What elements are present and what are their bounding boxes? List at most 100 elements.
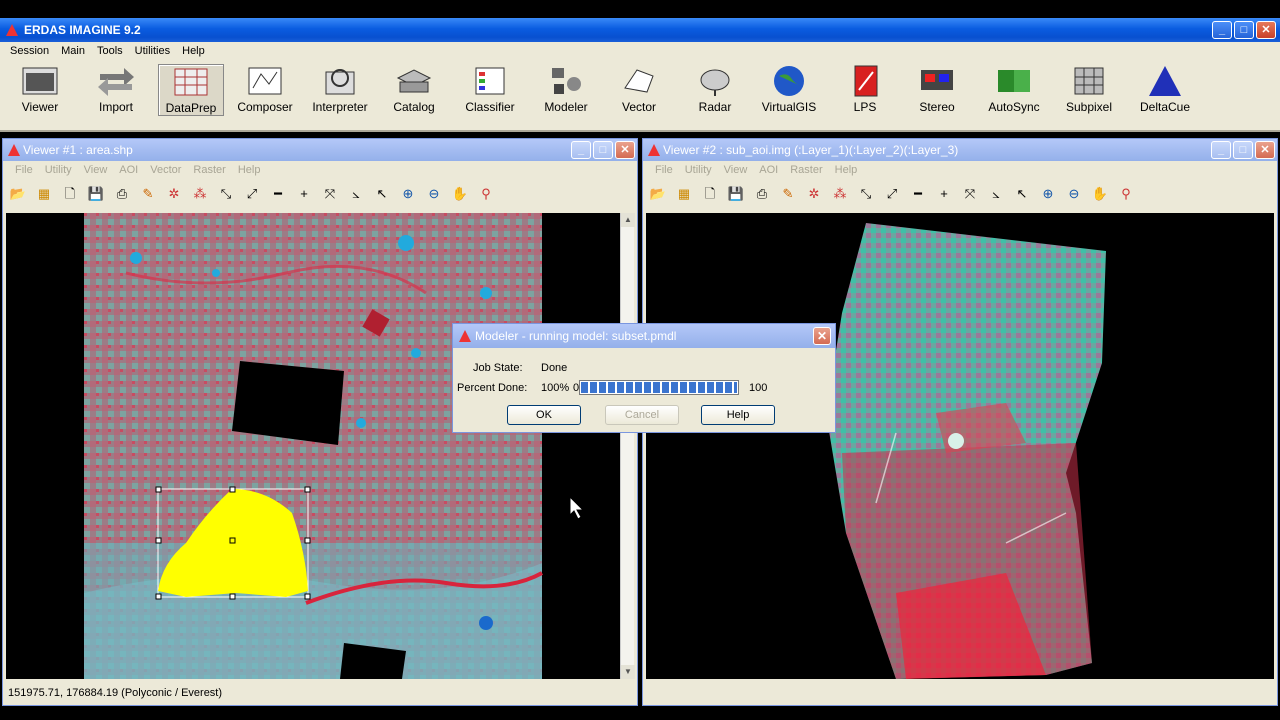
viewer-2-maximize-button[interactable]: □: [1233, 141, 1253, 159]
open-folder-icon[interactable]: 📂: [9, 185, 27, 203]
viewer-2-title-bar[interactable]: Viewer #2 : sub_aoi.img (:Layer_1)(:Laye…: [643, 139, 1277, 161]
ok-button[interactable]: OK: [507, 405, 581, 425]
tool-dataprep[interactable]: DataPrep: [158, 64, 224, 116]
vector-info-icon[interactable]: ⁂: [831, 185, 849, 203]
zoom-in-2x-icon[interactable]: ⤡: [217, 185, 235, 203]
hand-icon[interactable]: ✋: [451, 185, 469, 203]
viewer-2-canvas[interactable]: [646, 213, 1274, 679]
menu-help[interactable]: Help: [176, 42, 211, 60]
viewer-2-menu-aoi[interactable]: AOI: [753, 161, 784, 181]
tool-virtualgis[interactable]: VirtualGIS: [758, 64, 820, 116]
cancel-button[interactable]: Cancel: [605, 405, 679, 425]
raster-info-icon[interactable]: ✲: [165, 185, 183, 203]
composer-icon: [248, 67, 282, 95]
eraser-icon[interactable]: ✎: [139, 185, 157, 203]
viewer-1-close-button[interactable]: ✕: [615, 141, 635, 159]
scroll-down-icon[interactable]: ▼: [621, 665, 635, 679]
viewer-1-menu-aoi[interactable]: AOI: [113, 161, 144, 181]
tool-viewer[interactable]: Viewer: [12, 64, 68, 116]
viewer-1-menu-raster[interactable]: Raster: [187, 161, 231, 181]
zoom-in-icon[interactable]: ⊕: [1039, 185, 1057, 203]
zoom-extent-icon[interactable]: ⤢: [243, 185, 261, 203]
print-icon[interactable]: ⎙: [113, 185, 131, 203]
print-icon[interactable]: ⎙: [753, 185, 771, 203]
zoom-in-icon[interactable]: ⊕: [399, 185, 417, 203]
select-arrow-icon[interactable]: ↖: [373, 185, 391, 203]
viewer-2-minimize-button[interactable]: _: [1211, 141, 1231, 159]
viewer-1-menu-view[interactable]: View: [78, 161, 114, 181]
new-file-icon[interactable]: 🗋: [701, 185, 719, 203]
zoom-out-icon[interactable]: ⊖: [1065, 185, 1083, 203]
save-icon[interactable]: 💾: [87, 185, 105, 203]
viewer-2-menu-raster[interactable]: Raster: [784, 161, 828, 181]
app-title: ERDAS IMAGINE 9.2: [24, 23, 141, 37]
close-button[interactable]: ✕: [1256, 21, 1276, 39]
viewer-2-menu-help[interactable]: Help: [829, 161, 864, 181]
viewer-1-scrollbar[interactable]: ▲ ▼: [620, 213, 635, 679]
tool-vector[interactable]: Vector: [612, 64, 666, 116]
inquire-cursor-icon[interactable]: +: [935, 185, 953, 203]
save-icon[interactable]: 💾: [727, 185, 745, 203]
tool-lps[interactable]: LPS: [838, 64, 892, 116]
viewer-1-title-bar[interactable]: Viewer #1 : area.shp _ □ ✕: [3, 139, 637, 161]
viewer-1-canvas[interactable]: [6, 213, 620, 679]
tool-composer[interactable]: Composer: [234, 64, 296, 116]
open-raster-icon[interactable]: ▦: [35, 185, 53, 203]
viewer-2-menu-utility[interactable]: Utility: [679, 161, 718, 181]
maximize-button[interactable]: □: [1234, 21, 1254, 39]
tool-classifier[interactable]: Classifier: [458, 64, 522, 116]
pan-arrow-icon[interactable]: ⤧: [321, 185, 339, 203]
tool-interpreter[interactable]: Interpreter: [306, 64, 374, 116]
viewer-2-close-button[interactable]: ✕: [1255, 141, 1275, 159]
zoom-extent-icon[interactable]: ⤢: [883, 185, 901, 203]
open-folder-icon[interactable]: 📂: [649, 185, 667, 203]
link-cursor-icon[interactable]: ⚲: [477, 185, 495, 203]
vector-info-icon[interactable]: ⁂: [191, 185, 209, 203]
profile-icon[interactable]: ⦣: [987, 185, 1005, 203]
dialog-title-bar[interactable]: Modeler - running model: subset.pmdl ✕: [453, 324, 835, 348]
tool-catalog[interactable]: Catalog: [386, 64, 442, 116]
hand-icon[interactable]: ✋: [1091, 185, 1109, 203]
tool-autosync[interactable]: AutoSync: [984, 64, 1044, 116]
viewer-1-menu-help[interactable]: Help: [232, 161, 267, 181]
scroll-up-icon[interactable]: ▲: [621, 213, 635, 227]
new-file-icon[interactable]: 🗋: [61, 185, 79, 203]
menu-tools[interactable]: Tools: [91, 42, 129, 60]
viewer-1-minimize-button[interactable]: _: [571, 141, 591, 159]
viewer-1-menu-vector[interactable]: Vector: [144, 161, 187, 181]
tool-modeler[interactable]: Modeler: [538, 64, 594, 116]
dialog-close-button[interactable]: ✕: [813, 327, 831, 345]
menu-session[interactable]: Session: [4, 42, 55, 60]
deltacue-icon: [1149, 66, 1181, 96]
stereo-icon: [921, 70, 953, 90]
viewer-2-menu-file[interactable]: File: [649, 161, 679, 181]
menu-main[interactable]: Main: [55, 42, 91, 60]
import-icon: [98, 68, 134, 96]
tool-subpixel[interactable]: Subpixel: [1060, 64, 1118, 116]
zoom-in-2x-icon[interactable]: ⤡: [857, 185, 875, 203]
measure-icon[interactable]: ━: [909, 185, 927, 203]
tool-radar[interactable]: Radar: [688, 64, 742, 116]
select-arrow-icon[interactable]: ↖: [1013, 185, 1031, 203]
zoom-out-icon[interactable]: ⊖: [425, 185, 443, 203]
viewer-1-maximize-button[interactable]: □: [593, 141, 613, 159]
viewer-1-menu-utility[interactable]: Utility: [39, 161, 78, 181]
app-title-bar[interactable]: ERDAS IMAGINE 9.2 _ □ ✕: [0, 18, 1280, 42]
raster-info-icon[interactable]: ✲: [805, 185, 823, 203]
erdas-app-icon: [459, 330, 471, 342]
viewer-1-menu-file[interactable]: File: [9, 161, 39, 181]
tool-import[interactable]: Import: [88, 64, 144, 116]
link-cursor-icon[interactable]: ⚲: [1117, 185, 1135, 203]
pan-arrow-icon[interactable]: ⤧: [961, 185, 979, 203]
tool-stereo[interactable]: Stereo: [910, 64, 964, 116]
menu-utilities[interactable]: Utilities: [129, 42, 176, 60]
open-raster-icon[interactable]: ▦: [675, 185, 693, 203]
help-button[interactable]: Help: [701, 405, 775, 425]
measure-icon[interactable]: ━: [269, 185, 287, 203]
eraser-icon[interactable]: ✎: [779, 185, 797, 203]
profile-icon[interactable]: ⦣: [347, 185, 365, 203]
inquire-cursor-icon[interactable]: +: [295, 185, 313, 203]
viewer-2-menu-view[interactable]: View: [718, 161, 754, 181]
minimize-button[interactable]: _: [1212, 21, 1232, 39]
tool-deltacue[interactable]: DeltaCue: [1134, 64, 1196, 116]
